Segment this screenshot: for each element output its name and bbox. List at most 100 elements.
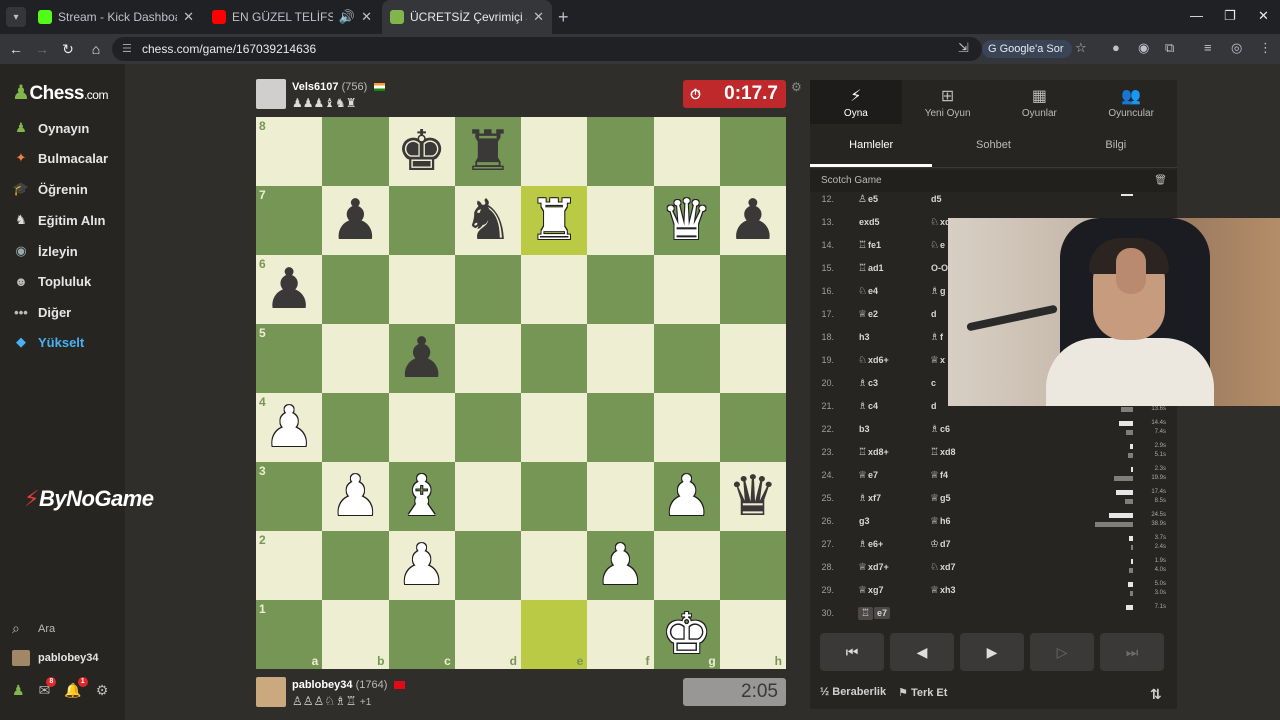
maximize-icon[interactable]: ❐ <box>1224 8 1236 24</box>
tab-games[interactable]: ▦ Oyunlar <box>994 80 1086 124</box>
square-e5[interactable] <box>521 324 588 393</box>
black-move[interactable]: ♘e <box>930 240 945 251</box>
flip-board-icon[interactable]: ⇅ <box>1150 686 1162 703</box>
white-move[interactable]: ♗c4 <box>858 401 878 412</box>
square-g8[interactable] <box>653 117 720 186</box>
sidebar-profile[interactable]: pablobey34 <box>12 650 99 666</box>
black-pawn-piece[interactable]: ♟ <box>330 192 380 249</box>
square-f3[interactable] <box>587 462 654 531</box>
black-rook-piece[interactable]: ♜ <box>463 123 513 180</box>
square-g7[interactable]: ♛ <box>653 186 720 255</box>
square-g2[interactable] <box>653 531 720 600</box>
white-pawn-piece[interactable]: ♟ <box>330 468 380 525</box>
square-d4[interactable] <box>454 393 521 462</box>
settings-icon[interactable]: ⚙ <box>96 682 109 699</box>
square-b4[interactable] <box>322 393 389 462</box>
black-pawn-piece[interactable]: ♟ <box>397 330 447 387</box>
extension-badge-icon[interactable]: ● <box>1112 40 1120 55</box>
square-b2[interactable] <box>322 531 389 600</box>
white-move[interactable]: ♘e4 <box>858 286 878 297</box>
back-icon[interactable]: ← <box>6 39 26 59</box>
square-h7[interactable]: ♟ <box>719 186 786 255</box>
black-move[interactable]: d5 <box>930 194 942 205</box>
tab-play[interactable]: ⚡ Oyna <box>810 80 902 124</box>
opening-name[interactable]: Scotch Game <box>821 175 882 186</box>
square-f2[interactable]: ♟ <box>587 531 654 600</box>
square-b3[interactable]: ♟ <box>322 462 389 531</box>
browser-tab-chess[interactable]: ÜCRETSİZ Çevrimiçi Satranç Oy ✕ <box>382 0 552 34</box>
sidebar-item-puzzles[interactable]: ✦ Bulmacalar <box>12 147 109 169</box>
subtab-info[interactable]: Bilgi <box>1055 130 1177 167</box>
white-move[interactable]: ♘xd6+ <box>858 355 889 366</box>
sidebar-item-play[interactable]: ♟ Oynayın <box>12 117 89 139</box>
square-c8[interactable]: ♚ <box>388 117 455 186</box>
black-pawn-piece[interactable]: ♟ <box>728 192 778 249</box>
sidebar-item-watch[interactable]: ◉ İzleyin <box>12 240 77 262</box>
square-g1[interactable]: g ♚ <box>653 600 720 669</box>
square-d2[interactable] <box>454 531 521 600</box>
white-move[interactable]: ♕xd7+ <box>858 562 889 573</box>
square-a8[interactable]: 8 <box>256 117 323 186</box>
square-c3[interactable]: ♝ <box>388 462 455 531</box>
square-c1[interactable]: c <box>388 600 455 669</box>
close-tab-icon[interactable]: ✕ <box>183 9 194 25</box>
square-d7[interactable]: ♞ <box>454 186 521 255</box>
chesscom-logo[interactable]: ♟Chess.com <box>12 80 108 105</box>
square-f8[interactable] <box>587 117 654 186</box>
tab-new-game[interactable]: ⊞ Yeni Oyun <box>902 80 994 124</box>
square-a6[interactable]: 6 ♟ <box>256 255 323 324</box>
white-queen-piece[interactable]: ♛ <box>662 192 712 249</box>
square-f6[interactable] <box>587 255 654 324</box>
address-bar[interactable]: ☰ chess.com/game/167039214636 <box>112 37 982 61</box>
black-move[interactable]: ♗g <box>930 286 945 297</box>
black-king-piece[interactable]: ♚ <box>397 123 447 180</box>
square-c2[interactable]: ♟ <box>388 531 455 600</box>
opponent-avatar[interactable] <box>256 79 286 109</box>
square-c4[interactable] <box>388 393 455 462</box>
square-d8[interactable]: ♜ <box>454 117 521 186</box>
white-move[interactable]: ♙e5 <box>858 194 878 205</box>
extension-icon[interactable]: ◉ <box>1138 40 1149 56</box>
sidebar-item-learn[interactable]: 🎓 Öğrenin <box>12 178 88 200</box>
white-move[interactable]: g3 <box>858 516 870 527</box>
white-move[interactable]: ♖fe1 <box>858 240 881 251</box>
white-king-piece[interactable]: ♚ <box>662 606 712 663</box>
square-a3[interactable]: 3 <box>256 462 323 531</box>
square-e4[interactable] <box>521 393 588 462</box>
close-tab-icon[interactable]: ✕ <box>533 9 544 25</box>
square-f1[interactable]: f <box>587 600 654 669</box>
player-name[interactable]: pablobey34 <box>292 679 353 691</box>
square-h4[interactable] <box>719 393 786 462</box>
white-move[interactable]: h3 <box>858 332 870 343</box>
new-tab-icon[interactable]: + <box>558 7 569 28</box>
puzzle-extensions-icon[interactable]: ⧉ <box>1165 40 1174 56</box>
black-move[interactable]: d <box>930 401 937 412</box>
white-pawn-piece[interactable]: ♟ <box>264 399 314 456</box>
reading-list-icon[interactable]: ≡ <box>1204 40 1212 55</box>
browser-tab-kick[interactable]: Stream - Kick Dashboard ✕ <box>30 0 202 34</box>
square-h3[interactable]: ♛ <box>719 462 786 531</box>
black-move[interactable] <box>930 608 931 619</box>
subtab-moves[interactable]: Hamleler <box>810 130 933 167</box>
square-h8[interactable] <box>719 117 786 186</box>
white-pawn-piece[interactable]: ♟ <box>397 537 447 594</box>
sidebar-item-community[interactable]: ☻ Topluluk <box>12 270 91 292</box>
audio-icon[interactable]: 🔊 <box>339 9 355 25</box>
sidebar-item-upgrade[interactable]: ◆ Yükselt <box>12 331 84 353</box>
white-move[interactable]: ♗xf7 <box>858 493 881 504</box>
white-move[interactable]: ♗e6+ <box>858 539 883 550</box>
square-h6[interactable] <box>719 255 786 324</box>
square-a4[interactable]: 4 ♟ <box>256 393 323 462</box>
black-move[interactable]: ♕h6 <box>930 516 950 527</box>
black-move[interactable]: ♗c6 <box>930 424 950 435</box>
white-move[interactable]: ♖ e7 <box>858 607 890 620</box>
browser-menu-icon[interactable]: ⋮ <box>1259 40 1272 56</box>
next-move-button[interactable]: ▷ <box>1030 633 1094 671</box>
close-tab-icon[interactable]: ✕ <box>361 9 372 25</box>
square-f4[interactable] <box>587 393 654 462</box>
install-app-icon[interactable]: ⇲ <box>958 40 969 56</box>
white-move[interactable]: ♖ad1 <box>858 263 883 274</box>
site-info-icon[interactable]: ☰ <box>122 37 132 61</box>
bookmark-star-icon[interactable]: ☆ <box>1075 40 1087 56</box>
messages-icon[interactable]: ✉ 8 <box>39 677 57 699</box>
